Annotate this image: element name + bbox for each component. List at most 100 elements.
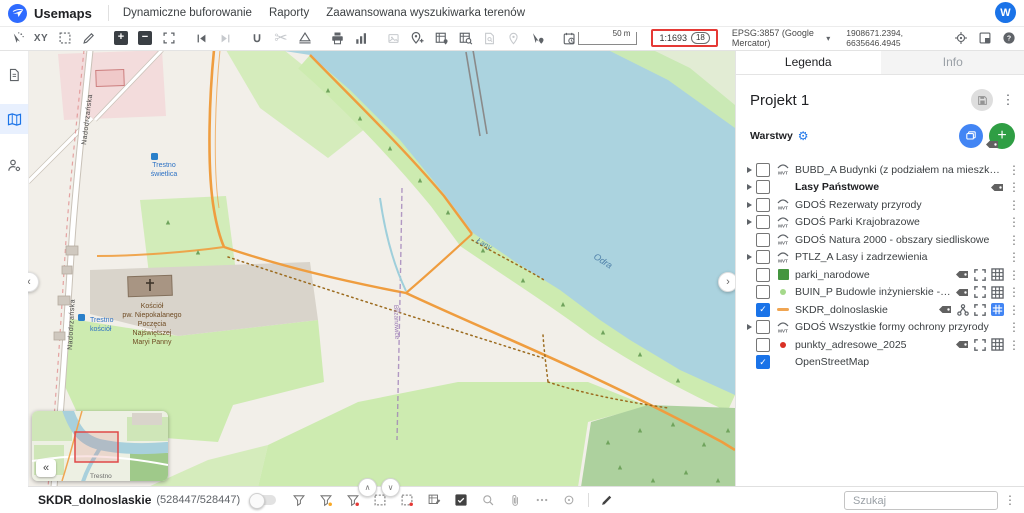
image-icon[interactable] — [384, 29, 402, 47]
draw-icon[interactable] — [80, 29, 98, 47]
layer-checkbox[interactable]: ✓ — [756, 355, 770, 369]
layer-row[interactable]: ✓ MVT SKDR_dolnoslaskie — [736, 301, 1024, 319]
select-point-icon[interactable] — [528, 29, 546, 47]
save-project-button[interactable] — [971, 89, 993, 111]
attachment-icon[interactable] — [506, 491, 524, 509]
next-view-icon[interactable] — [216, 29, 234, 47]
location-pin-icon[interactable] — [504, 29, 522, 47]
history-calendar-icon[interactable] — [560, 29, 578, 47]
project-menu-button[interactable]: ⋮ — [1001, 92, 1015, 108]
table-pin-icon[interactable] — [432, 29, 450, 47]
layer-row[interactable]: MVT PTLZ_A Lasy i zadrzewienia — [736, 249, 1024, 267]
layer-menu-button[interactable]: ⋮ — [1009, 215, 1019, 229]
expander-icon[interactable] — [744, 184, 754, 190]
attribute-table-icon[interactable] — [991, 268, 1004, 281]
minimap-collapse-button[interactable]: « — [36, 459, 56, 477]
tag-badge-icon[interactable] — [990, 183, 1004, 192]
select-area-icon[interactable] — [56, 29, 74, 47]
layer-menu-button[interactable]: ⋮ — [1009, 285, 1019, 299]
layer-row[interactable]: MVT punkty_adresowe_2025 — [736, 336, 1024, 354]
previous-view-icon[interactable] — [192, 29, 210, 47]
layer-checkbox[interactable] — [756, 180, 770, 194]
draw-icon[interactable] — [598, 491, 616, 509]
zoom-in-box-icon[interactable]: + — [112, 29, 130, 47]
chevron-up-icon[interactable]: ∧ — [358, 478, 377, 497]
usemaps-logo-icon[interactable] — [8, 4, 27, 23]
zoom-out-box-icon[interactable]: − — [136, 29, 154, 47]
tag-badge-icon[interactable] — [938, 305, 952, 314]
layer-checkbox[interactable]: ✓ — [756, 303, 770, 317]
expander-icon[interactable] — [744, 167, 754, 173]
chart-icon[interactable] — [352, 29, 370, 47]
layer-library-button[interactable] — [959, 124, 983, 148]
layer-menu-button[interactable]: ⋮ — [1009, 320, 1019, 334]
measure-prism-icon[interactable] — [296, 29, 314, 47]
expander-icon[interactable] — [744, 219, 754, 225]
layer-menu-button[interactable]: ⋮ — [1009, 338, 1019, 352]
search-icon[interactable] — [479, 491, 497, 509]
expander-icon[interactable] — [744, 202, 754, 208]
expander-icon[interactable] — [744, 254, 754, 260]
sidebar-item-documents[interactable] — [0, 60, 28, 90]
panel-collapse-handle[interactable]: › — [718, 272, 735, 292]
table-search-icon[interactable] — [456, 29, 474, 47]
sidebar-item-map[interactable] — [0, 104, 28, 134]
user-avatar[interactable]: W — [995, 2, 1016, 23]
layer-checkbox[interactable] — [756, 215, 770, 229]
layer-row[interactable]: MVT GDOŚ Parki Krajobrazowe — [736, 214, 1024, 232]
layer-row[interactable]: MVT BUIN_P Budowle inżynierskie - punkty — [736, 284, 1024, 302]
select-area-active-icon[interactable] — [398, 491, 416, 509]
share-hub-icon[interactable] — [957, 304, 969, 316]
layer-menu-button[interactable]: ⋮ — [1009, 233, 1019, 247]
zoom-to-extent-icon[interactable] — [974, 339, 986, 351]
help-icon[interactable]: ? — [1000, 29, 1018, 47]
print-icon[interactable] — [328, 29, 346, 47]
magic-select-icon[interactable] — [8, 29, 26, 47]
map-canvas[interactable]: Nadodrzańska Nadodrzańska Trestno świetl… — [28, 50, 735, 487]
layer-checkbox[interactable] — [756, 233, 770, 247]
selection-confirm-icon[interactable] — [452, 491, 470, 509]
u-shape-icon[interactable]: ∪ — [248, 29, 266, 47]
layer-row[interactable]: MVT GDOŚ Wszystkie formy ochrony przyrod… — [736, 319, 1024, 337]
add-place-icon[interactable] — [408, 29, 426, 47]
nav-advanced-search[interactable]: Zaawansowana wyszukiwarka terenów — [326, 7, 525, 19]
tab-legenda[interactable]: Legenda — [736, 50, 881, 74]
layer-menu-button[interactable]: ⋮ — [1009, 250, 1019, 264]
layer-menu-button[interactable]: ⋮ — [1009, 198, 1019, 212]
layer-row[interactable]: MVT BUBD_A Budynki (z podziałem na miesz… — [736, 161, 1024, 179]
layer-row[interactable]: ✓ MVT OpenStreetMap — [736, 354, 1024, 372]
xy-coordinates-button[interactable]: XY — [32, 29, 50, 47]
layer-checkbox[interactable] — [756, 320, 770, 334]
layer-menu-button[interactable]: ⋮ — [1009, 180, 1019, 194]
locate-icon[interactable] — [560, 491, 578, 509]
overview-minimap[interactable]: Trestno « — [32, 411, 168, 481]
more-horizontal-icon[interactable] — [533, 491, 551, 509]
cut-icon[interactable]: ✂ — [272, 29, 290, 47]
locate-icon[interactable] — [952, 29, 970, 47]
layer-row[interactable]: MVT GDOŚ Rezerwaty przyrody — [736, 196, 1024, 214]
layer-row[interactable]: MVT parki_narodowe — [736, 266, 1024, 284]
tab-info[interactable]: Info — [881, 50, 1024, 74]
zoom-to-extent-icon[interactable] — [974, 304, 986, 316]
attribute-table-icon[interactable] — [991, 338, 1004, 351]
projection-dropdown[interactable]: EPSG:3857 (Google Mercator) ▾ — [732, 28, 830, 48]
search-input[interactable] — [851, 494, 997, 508]
layer-checkbox[interactable] — [756, 198, 770, 212]
layer-checkbox[interactable] — [756, 163, 770, 177]
layer-checkbox[interactable] — [756, 250, 770, 264]
layer-row[interactable]: MVT GDOŚ Natura 2000 - obszary siedlisko… — [736, 231, 1024, 249]
tag-badge-icon[interactable] — [955, 288, 969, 297]
gear-icon[interactable]: ⚙ — [798, 129, 809, 143]
zoom-to-extent-icon[interactable] — [974, 286, 986, 298]
layer-row[interactable]: MVT Lasy Państwowe — [736, 179, 1024, 197]
sidebar-item-account-settings[interactable] — [0, 150, 28, 180]
chevron-down-icon[interactable]: ∨ — [381, 478, 400, 497]
layer-menu-button[interactable]: ⋮ — [1009, 163, 1019, 177]
expander-icon[interactable] — [744, 324, 754, 330]
zoom-to-extent-icon[interactable] — [974, 269, 986, 281]
tag-badge-icon[interactable] — [955, 340, 969, 349]
nav-reports[interactable]: Raporty — [269, 7, 309, 19]
layer-checkbox[interactable] — [756, 268, 770, 282]
layer-checkbox[interactable] — [756, 338, 770, 352]
filter-icon[interactable] — [290, 491, 308, 509]
